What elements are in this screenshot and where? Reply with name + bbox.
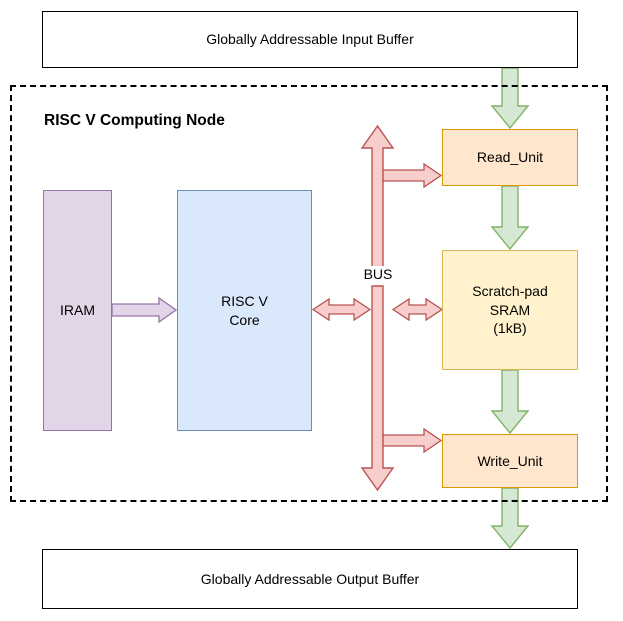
globally-addressable-output-buffer[interactable]: Globally Addressable Output Buffer (42, 549, 578, 609)
globally-addressable-input-buffer[interactable]: Globally Addressable Input Buffer (42, 11, 578, 68)
risc-v-core-block[interactable]: RISC V Core (177, 190, 312, 431)
scratch-pad-sram-block[interactable]: Scratch-pad SRAM (1kB) (442, 250, 578, 370)
iram-block[interactable]: IRAM (43, 190, 112, 431)
read-unit-block[interactable]: Read_Unit (442, 129, 578, 186)
risc-v-computing-node-title: RISC V Computing Node (44, 112, 225, 129)
write-unit-block[interactable]: Write_Unit (442, 434, 578, 488)
bus-label: BUS (340, 266, 416, 282)
